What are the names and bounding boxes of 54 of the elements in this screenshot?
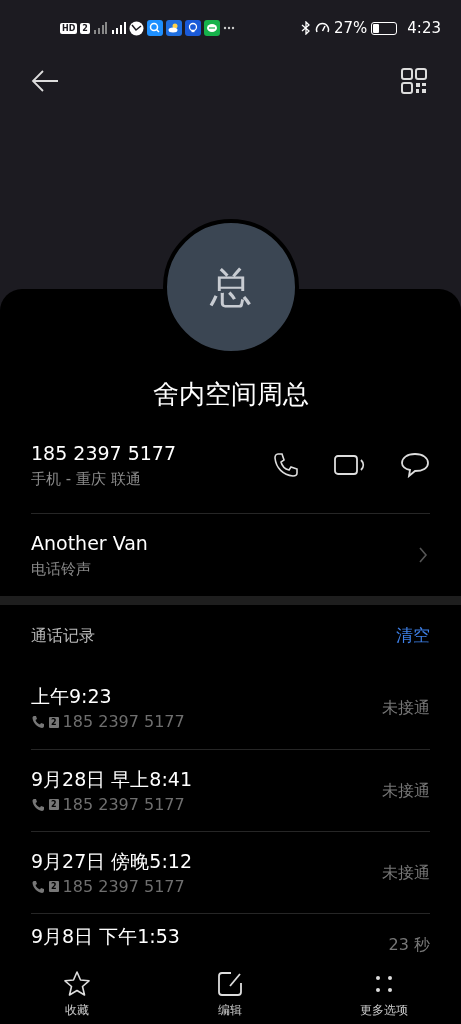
phone-icon xyxy=(31,797,45,812)
weather-app-icon xyxy=(165,20,182,36)
call-result: 未接通 xyxy=(382,697,430,719)
search-app-icon xyxy=(146,20,163,36)
phone-number: 185 2397 5177 xyxy=(31,440,177,466)
speedometer-icon xyxy=(314,21,330,35)
sim-badge: 2 xyxy=(49,716,59,728)
qr-code-icon[interactable] xyxy=(401,68,427,94)
section-title: 通话记录 xyxy=(31,625,95,647)
call-log-row[interactable]: 9月28日 早上8:41 2 185 2397 5177 未接通 xyxy=(31,749,430,831)
back-icon[interactable] xyxy=(30,69,60,93)
call-time: 9月28日 早上8:41 xyxy=(31,766,192,792)
message-icon[interactable] xyxy=(400,451,430,478)
chevron-right-icon xyxy=(418,546,428,564)
call-log-row[interactable]: 9月8日 下午1:53 23 秒 xyxy=(31,913,430,957)
clock-time: 4:23 xyxy=(407,17,441,39)
signal-icon xyxy=(109,22,126,34)
call-number: 185 2397 5177 xyxy=(62,711,185,733)
call-time: 上午9:23 xyxy=(31,684,113,709)
ringtone-name: Another Van xyxy=(31,531,148,556)
phone-label: 手机 - 重庆 联通 xyxy=(31,468,142,490)
call-log-row[interactable]: 上午9:23 2 185 2397 5177 未接通 xyxy=(31,667,430,749)
signal-icon xyxy=(92,22,107,34)
video-camera-icon[interactable] xyxy=(334,453,366,476)
phone-icon xyxy=(31,879,45,894)
battery-icon xyxy=(371,21,398,35)
chat-app-icon xyxy=(203,20,220,36)
sim-badge: 2 xyxy=(49,799,59,810)
bottom-bar-button[interactable]: 编辑 xyxy=(153,970,308,1024)
contact-name: 舍内空间周总 xyxy=(152,378,309,411)
sim-badge: 2 xyxy=(49,881,59,892)
call-log-row[interactable]: 9月27日 傍晚5:12 2 185 2397 5177 未接通 xyxy=(31,831,430,913)
clear-button[interactable]: 清空 xyxy=(396,623,430,649)
edit-icon xyxy=(216,970,245,998)
call-result: 未接通 xyxy=(382,779,430,802)
hd-badge: HD xyxy=(60,22,78,34)
phone-icon xyxy=(31,715,45,729)
call-time: 9月27日 傍晚5:12 xyxy=(31,848,192,874)
call-time: 9月8日 下午1:53 xyxy=(31,923,180,949)
call-result: 23 秒 xyxy=(388,934,430,956)
bluetooth-icon xyxy=(300,21,311,35)
star-icon xyxy=(62,970,91,998)
ringtone-label: 电话铃声 xyxy=(31,559,92,580)
phone-icon[interactable] xyxy=(272,450,300,479)
battery-percent: 27% xyxy=(333,17,368,39)
lightbulb-app-icon xyxy=(184,20,201,36)
more-icon xyxy=(222,26,235,30)
call-result: 未接通 xyxy=(382,861,430,884)
call-number: 185 2397 5177 xyxy=(62,793,185,816)
bottom-bar-button[interactable]: 更多选项 xyxy=(307,970,461,1024)
ringtone-row[interactable]: Another Van 电话铃声 xyxy=(31,514,430,596)
sim-badge: 2 xyxy=(80,22,90,34)
call-number: 185 2397 5177 xyxy=(62,875,185,898)
bottom-bar-button[interactable]: 收藏 xyxy=(0,970,154,1024)
